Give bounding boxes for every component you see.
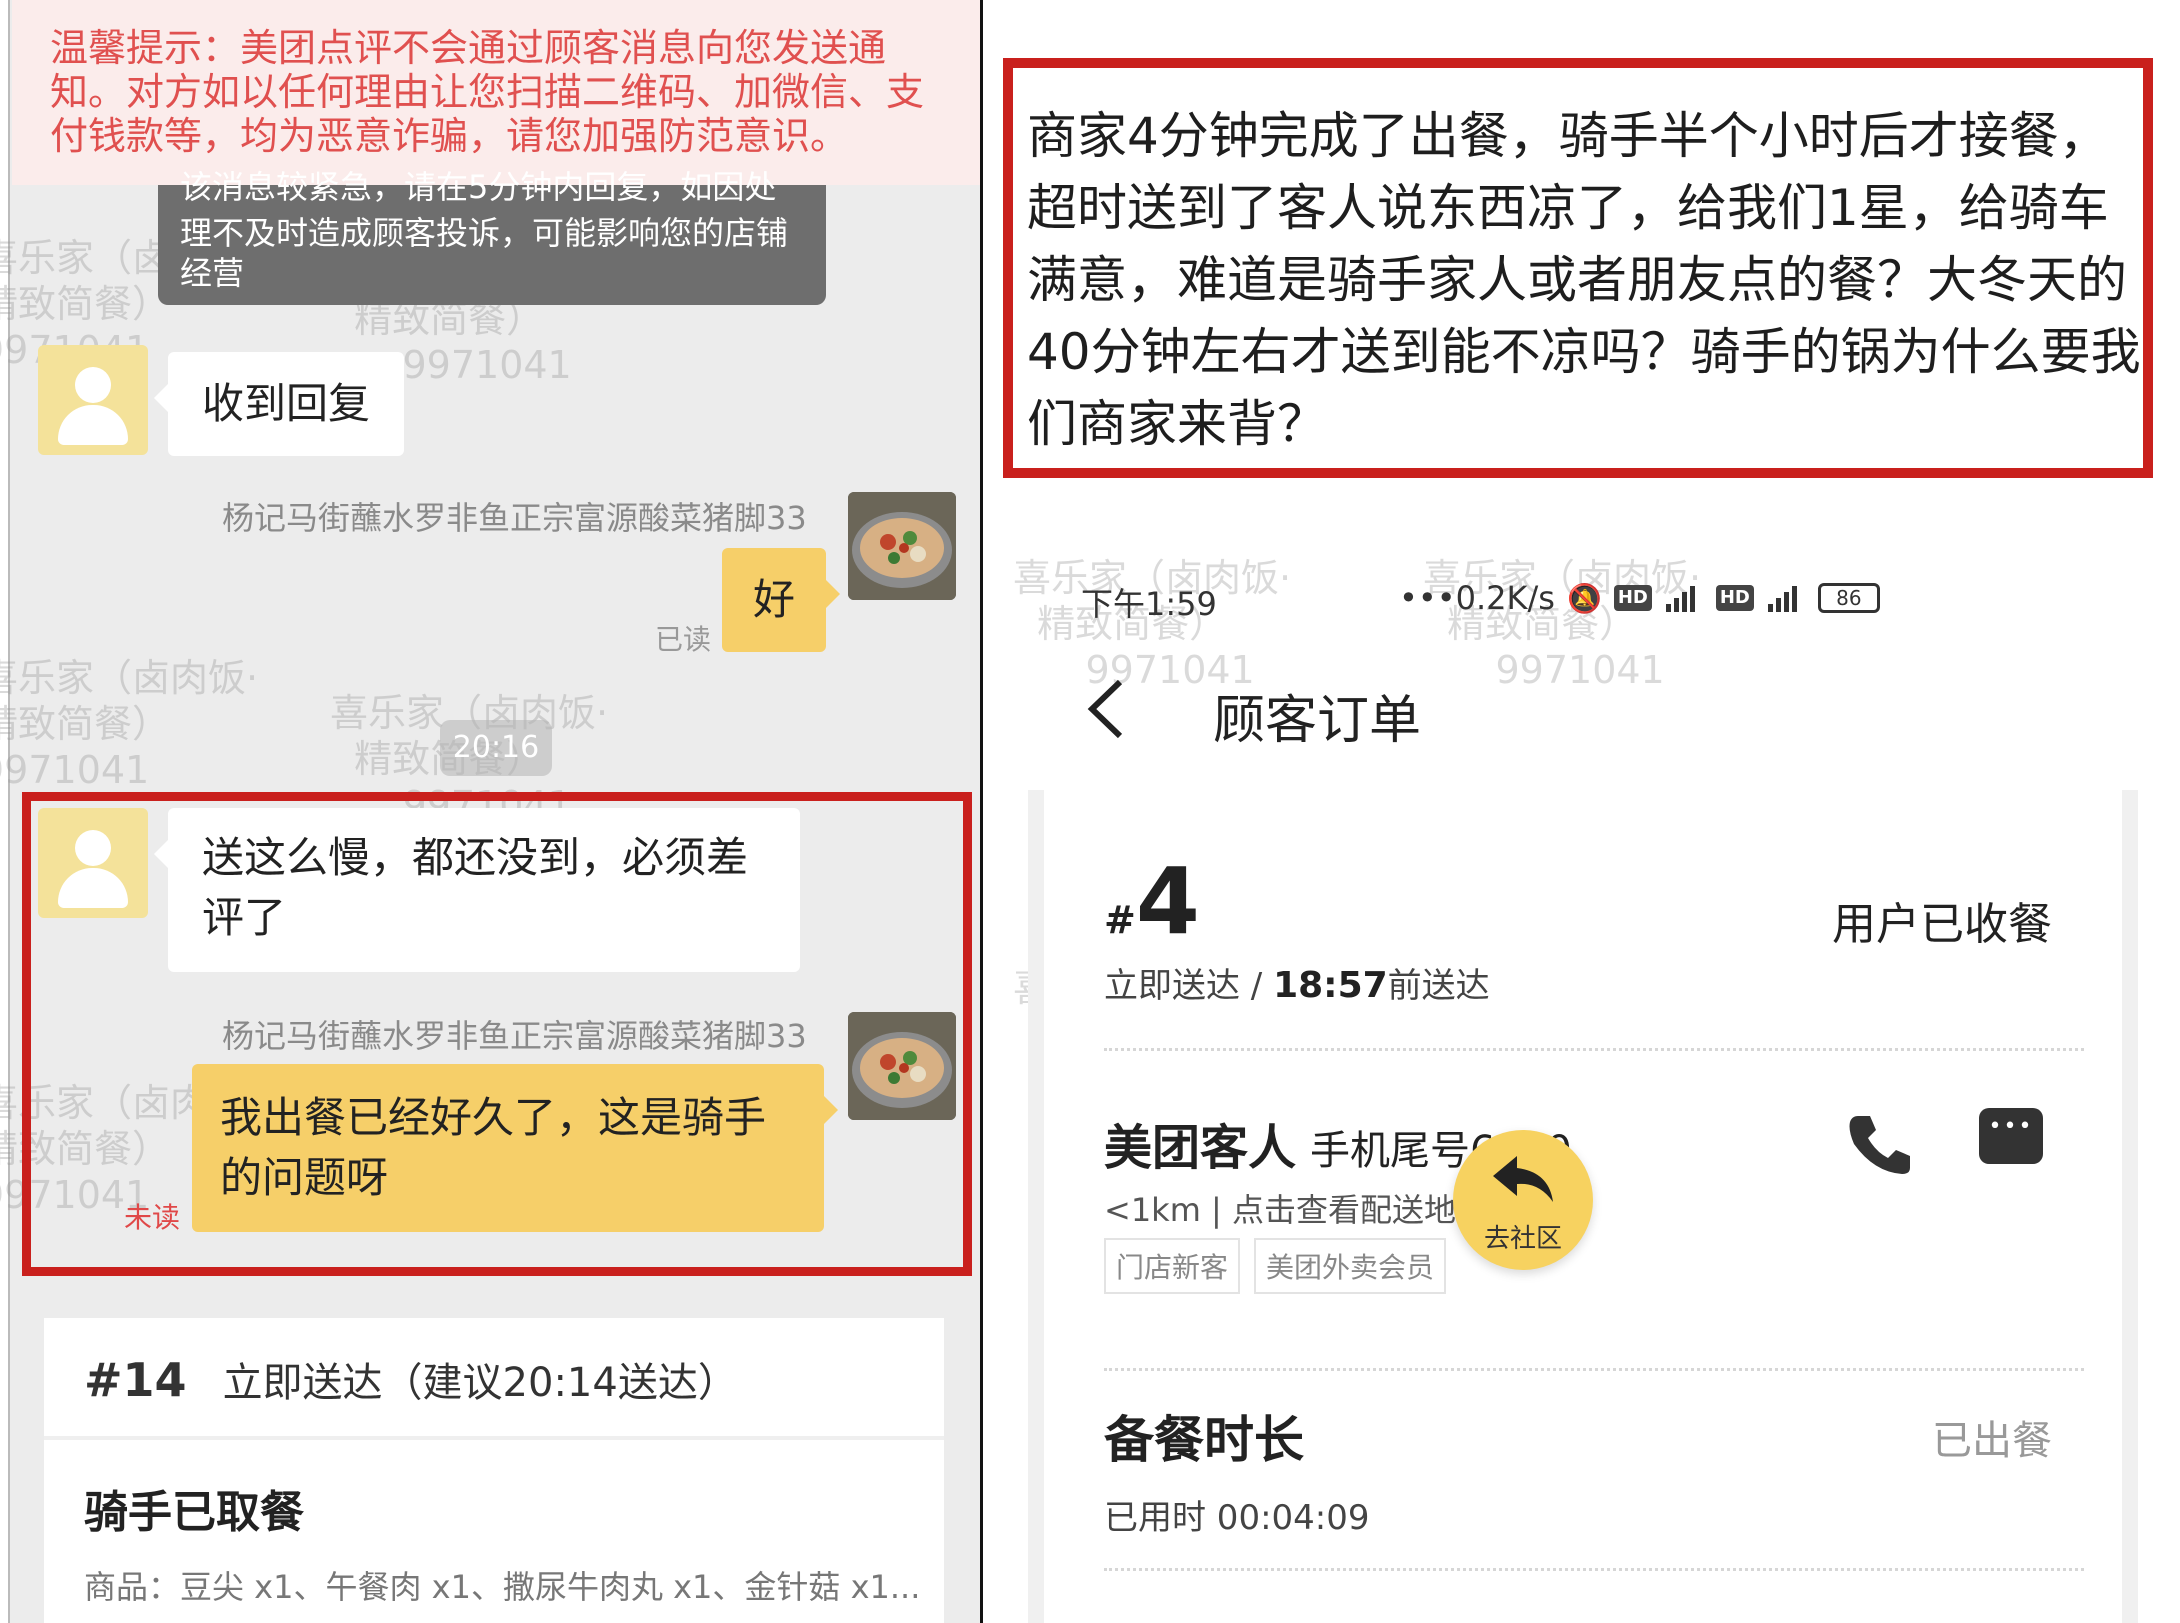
network-speed: •••0.2K/s <box>1399 579 1555 617</box>
warning-text: 温馨提示：美团点评不会通过顾客消息向您发送通知。对方如以任何理由让您扫描二维码、… <box>50 26 925 158</box>
fraud-warning-banner: 温馨提示：美团点评不会通过顾客消息向您发送通知。对方如以任何理由让您扫描二维码、… <box>12 0 980 185</box>
tag-new-customer: 门店新客 <box>1104 1238 1241 1294</box>
order-number: #4 <box>1104 848 1200 955</box>
shop-name: 杨记马街蘸水罗非鱼正宗富源酸菜猪脚33 <box>222 499 807 537</box>
delivery-info: 立即送达（建议20:14送达） <box>222 1360 738 1406</box>
read-status: 已读 <box>655 623 712 656</box>
tip-text: 经营 <box>180 254 245 292</box>
customer-tags: 门店新客 美团外卖会员 <box>1104 1238 1447 1294</box>
message-icon[interactable] <box>1979 1108 2043 1164</box>
order-card[interactable]: #14 立即送达（建议20:14送达） 骑手已取餐 商品：豆尖 x1、午餐肉 x1… <box>44 1318 944 1623</box>
status-icons: •••0.2K/s 🔕 HD HD 86 <box>1399 579 1880 617</box>
chat-panel: 喜乐家（卤肉饭· 精致简餐） 9971041 喜乐家（卤肉饭· 精致简餐） 99… <box>0 0 980 1623</box>
signal-icon <box>1665 586 1695 612</box>
message-timestamp: 20:16 <box>440 720 552 776</box>
divider <box>44 1436 944 1440</box>
panel-edge <box>0 0 10 1623</box>
prep-time-title: 备餐时长 <box>1104 1411 1304 1469</box>
hd-badge: HD <box>1613 585 1652 611</box>
hd-badge: HD <box>1715 585 1754 611</box>
customer-avatar[interactable] <box>38 345 148 455</box>
customer-message: 收到回复 <box>153 352 405 456</box>
elapsed-time: 已用时 00:04:09 <box>1104 1498 1370 1538</box>
divider <box>1104 1048 2084 1051</box>
customer-complaint-message: 送这么慢，都还没到，必须差评了 <box>154 808 800 972</box>
divider <box>1104 1568 2084 1571</box>
right-panel: 商家4分钟完成了出餐，骑手半个小时后才接餐，超时送到了客人说东西凉了，给我们1星… <box>983 0 2180 1623</box>
battery-icon: 86 <box>1817 583 1880 613</box>
divider <box>1104 1368 2084 1371</box>
tag-member: 美团外卖会员 <box>1254 1238 1447 1294</box>
order-number: #14 <box>84 1353 187 1407</box>
phone-icon[interactable] <box>1844 1110 1914 1180</box>
order-status: 用户已收餐 <box>1832 899 2052 950</box>
shop-avatar[interactable] <box>848 492 956 600</box>
community-button[interactable]: 去社区 <box>1453 1130 1593 1270</box>
signal-icon <box>1767 586 1797 612</box>
merchant-complaint-text: 商家4分钟完成了出餐，骑手半个小时后才接餐，超时送到了客人说东西凉了，给我们1星… <box>1003 58 2153 478</box>
reply-arrow-icon <box>1493 1156 1553 1202</box>
community-label: 去社区 <box>1483 1224 1562 1254</box>
prep-status: 已出餐 <box>1932 1418 2052 1464</box>
shop-reply-message: 我出餐已经好久了，这是骑手的问题呀 <box>192 1064 838 1232</box>
delivery-time: 立即送达 / 18:57前送达 <box>1104 965 1490 1006</box>
urgent-reply-tip: 该消息较紧急，请在5分钟内回复，如因处 理不及时造成顾客投诉，可能影响您的店铺 … <box>158 168 826 305</box>
tip-text-partial: 该消息较紧急，请在5分钟内回复，如因处 <box>180 168 777 206</box>
complaint-text: 商家4分钟完成了出餐，骑手半个小时后才接餐，超时送到了客人说东西凉了，给我们1星… <box>1027 107 2141 453</box>
customer-avatar[interactable] <box>38 808 148 918</box>
order-header: #14 立即送达（建议20:14送达） <box>84 1350 738 1408</box>
nav-bar: 顾客订单 <box>1078 670 1878 751</box>
back-arrow-icon[interactable] <box>1078 676 1138 742</box>
page-title: 顾客订单 <box>1213 691 1422 751</box>
shop-avatar[interactable] <box>848 1012 956 1120</box>
clock: 下午1:59 <box>1081 585 1217 623</box>
customer-name: 美团客人 <box>1104 1120 1297 1176</box>
shop-reply-message: 好 <box>722 548 840 652</box>
status-bar: 下午1:59 •••0.2K/s 🔕 HD HD 86 <box>1081 575 1881 625</box>
shop-name: 杨记马街蘸水罗非鱼正宗富源酸菜猪脚33 <box>222 1017 807 1055</box>
order-items: 商品：豆尖 x1、午餐肉 x1、撒尿牛肉丸 x1、金针菇 x1... <box>84 1568 921 1606</box>
mute-bell-icon: 🔕 <box>1566 581 1602 615</box>
watermark: 喜乐家（卤肉饭· 精致简餐） 9971041 <box>0 656 259 792</box>
order-status: 骑手已取餐 <box>84 1487 304 1538</box>
unread-status: 未读 <box>124 1201 181 1234</box>
